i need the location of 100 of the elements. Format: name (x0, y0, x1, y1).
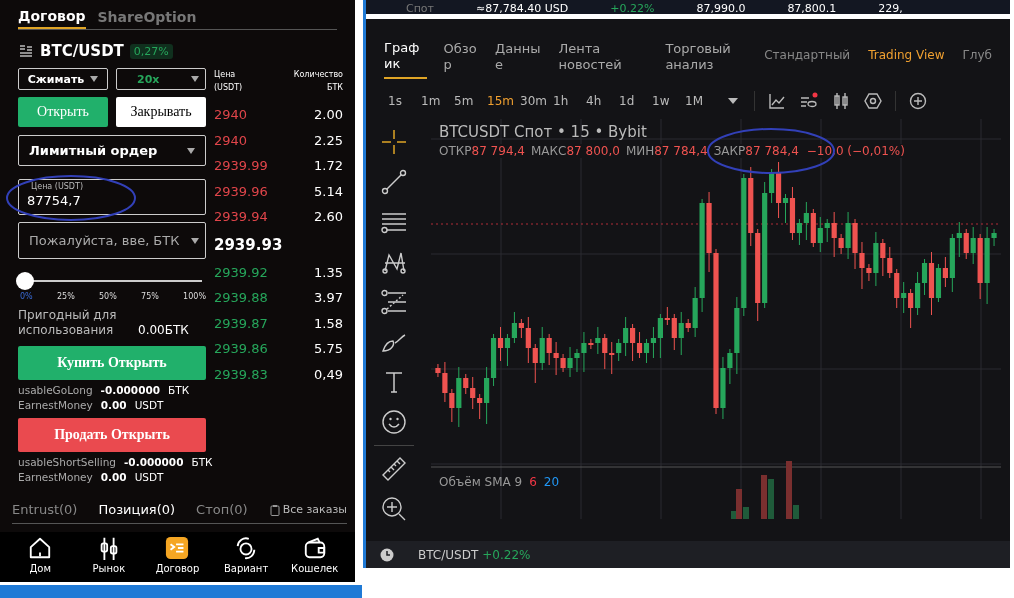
info-unit: БТК (168, 384, 190, 396)
caret-icon (191, 76, 199, 82)
ask-quantity: 2.60 (314, 209, 343, 225)
ask-quantity: 1.72 (314, 158, 343, 174)
fibonacci-icon[interactable] (380, 289, 407, 315)
list-icon[interactable] (18, 43, 34, 59)
candlestick-series[interactable] (435, 161, 997, 428)
orders-tab[interactable]: Entrust(0) (12, 502, 78, 517)
view-tab[interactable]: Стандартный (764, 48, 851, 62)
available-label: Пригодный для использования (18, 308, 118, 338)
info-unit: USDT (134, 471, 164, 483)
ohlc-value: 87 794,4 (471, 144, 525, 158)
interval-button[interactable]: 1s (388, 94, 421, 108)
bid-quantity: 3.97 (314, 290, 343, 306)
bid-quantity: 1.35 (314, 264, 343, 280)
ask-price: 2940 (214, 107, 248, 123)
crosshair-icon[interactable] (380, 129, 407, 155)
bottom-nav-item[interactable]: Дом (12, 536, 69, 582)
leverage-dropdown[interactable]: 20x (116, 68, 206, 90)
ticker-value: 229, (878, 3, 903, 14)
clock-icon (380, 547, 394, 562)
percent-mark[interactable]: 0% (20, 292, 33, 301)
settings-icon[interactable] (864, 92, 882, 110)
view-tab[interactable]: Trading View (868, 48, 945, 62)
volume-legend-label: Объём SMA 9 (439, 475, 523, 489)
chart-tab[interactable]: Торговый анализ (665, 31, 765, 79)
trend-line-icon[interactable] (380, 169, 407, 195)
line-chart-icon[interactable] (768, 92, 786, 110)
bid-price: 2939.92 (214, 264, 268, 280)
info-value: -0.000000 (100, 384, 161, 396)
ohlc-value: 87 784,4 (745, 144, 799, 158)
indicators-icon[interactable] (800, 92, 818, 110)
interval-button[interactable]: 1h (553, 94, 586, 108)
bid-price: 2939.83 (214, 366, 268, 382)
interval-button[interactable]: 30m (520, 94, 553, 108)
side-tab[interactable]: Закрывать (116, 97, 206, 127)
bid-quantity: 0,49 (314, 366, 343, 382)
candles-icon[interactable] (832, 92, 850, 110)
all-orders-link[interactable]: Все заказы (268, 503, 347, 516)
contract-tab[interactable]: ShareOption (97, 4, 197, 29)
ohlc-value: 87 800,0 (566, 144, 620, 158)
chart-tab[interactable]: График (384, 31, 428, 79)
info-label: EarnestMoney (18, 399, 93, 411)
view-tab[interactable]: Глуб (962, 48, 992, 62)
chart-tab[interactable]: Обзор (443, 31, 480, 79)
ruler-icon[interactable] (380, 456, 407, 482)
bid-quantity: 5.75 (314, 341, 343, 357)
add-icon[interactable] (909, 92, 927, 110)
interval-button[interactable]: 1M (685, 94, 718, 108)
bottom-nav-item[interactable]: Кошелек (286, 536, 343, 582)
caret-icon (187, 147, 195, 154)
ticker-value: ≈87,784.40 USD (476, 3, 569, 14)
interval-button[interactable]: 1d (619, 94, 652, 108)
bid-price: 2939.87 (214, 315, 268, 331)
percent-mark[interactable]: 75% (141, 292, 159, 301)
caret-icon (90, 76, 99, 82)
interval-button[interactable]: 4h (586, 94, 619, 108)
percent-mark[interactable]: 25% (56, 292, 75, 301)
available-value: 0.00БТК (138, 323, 189, 338)
zoom-in-icon[interactable] (380, 496, 407, 522)
ohlc-label: МАКС (530, 144, 567, 158)
ask-quantity: 2.25 (314, 132, 343, 148)
ask-price: 2939.94 (214, 209, 268, 225)
interval-button[interactable]: 15m (487, 94, 520, 108)
smiley-icon[interactable] (380, 409, 407, 435)
info-unit: БТК (191, 456, 213, 468)
contract-tab[interactable]: Договор (18, 4, 86, 29)
wallet-icon (302, 536, 327, 560)
ticker-value: +0.22% (610, 3, 655, 14)
order-type-dropdown[interactable]: Лимитный ордер (18, 135, 206, 166)
caret-icon (191, 237, 199, 244)
amount-field[interactable]: Пожалуйста, вве, БТК (18, 222, 206, 259)
ohlc-label: ОТКР (439, 144, 472, 158)
info-label: EarnestMoney (18, 471, 93, 483)
clipboard-icon (268, 503, 281, 516)
interval-button[interactable]: 1w (652, 94, 685, 108)
status-change: +0.22% (482, 547, 531, 562)
bid-price: 2939.86 (214, 341, 268, 357)
interval-button[interactable]: 5m (454, 94, 487, 108)
bottom-nav-item[interactable]: Договор (149, 536, 206, 582)
interval-button[interactable]: 1m (421, 94, 454, 108)
ohlc-label: ЗАКР (713, 144, 746, 158)
orders-tab[interactable]: Стоп(0) (196, 502, 248, 517)
bottom-nav-item[interactable]: Рынок (80, 536, 137, 582)
bottom-nav-item[interactable]: Вариант (218, 536, 275, 582)
percent-mark[interactable]: 50% (99, 292, 117, 301)
orders-tab[interactable]: Позиция(0) (98, 502, 176, 517)
chart-tab[interactable]: Лента новостей (558, 31, 648, 79)
price-field[interactable]: Цена (USDT) 87754,7 (18, 179, 206, 215)
margin-mode-dropdown[interactable]: Сжимать (18, 68, 108, 90)
chart-tab[interactable]: Данные (495, 31, 541, 79)
price-column-header: Цена (USDT) (214, 69, 244, 94)
percent-mark[interactable]: 100% (183, 292, 206, 301)
ask-quantity: 5.14 (314, 183, 343, 199)
ask-price: 2939.96 (214, 183, 268, 199)
volume-legend-value: 6 (529, 475, 537, 489)
bid-price: 2939.88 (214, 290, 268, 306)
sell-open-button[interactable]: Продать Открыть (18, 418, 206, 452)
ask-price: 2939.99 (214, 158, 268, 174)
status-pair: BTC/USDT (418, 547, 479, 562)
